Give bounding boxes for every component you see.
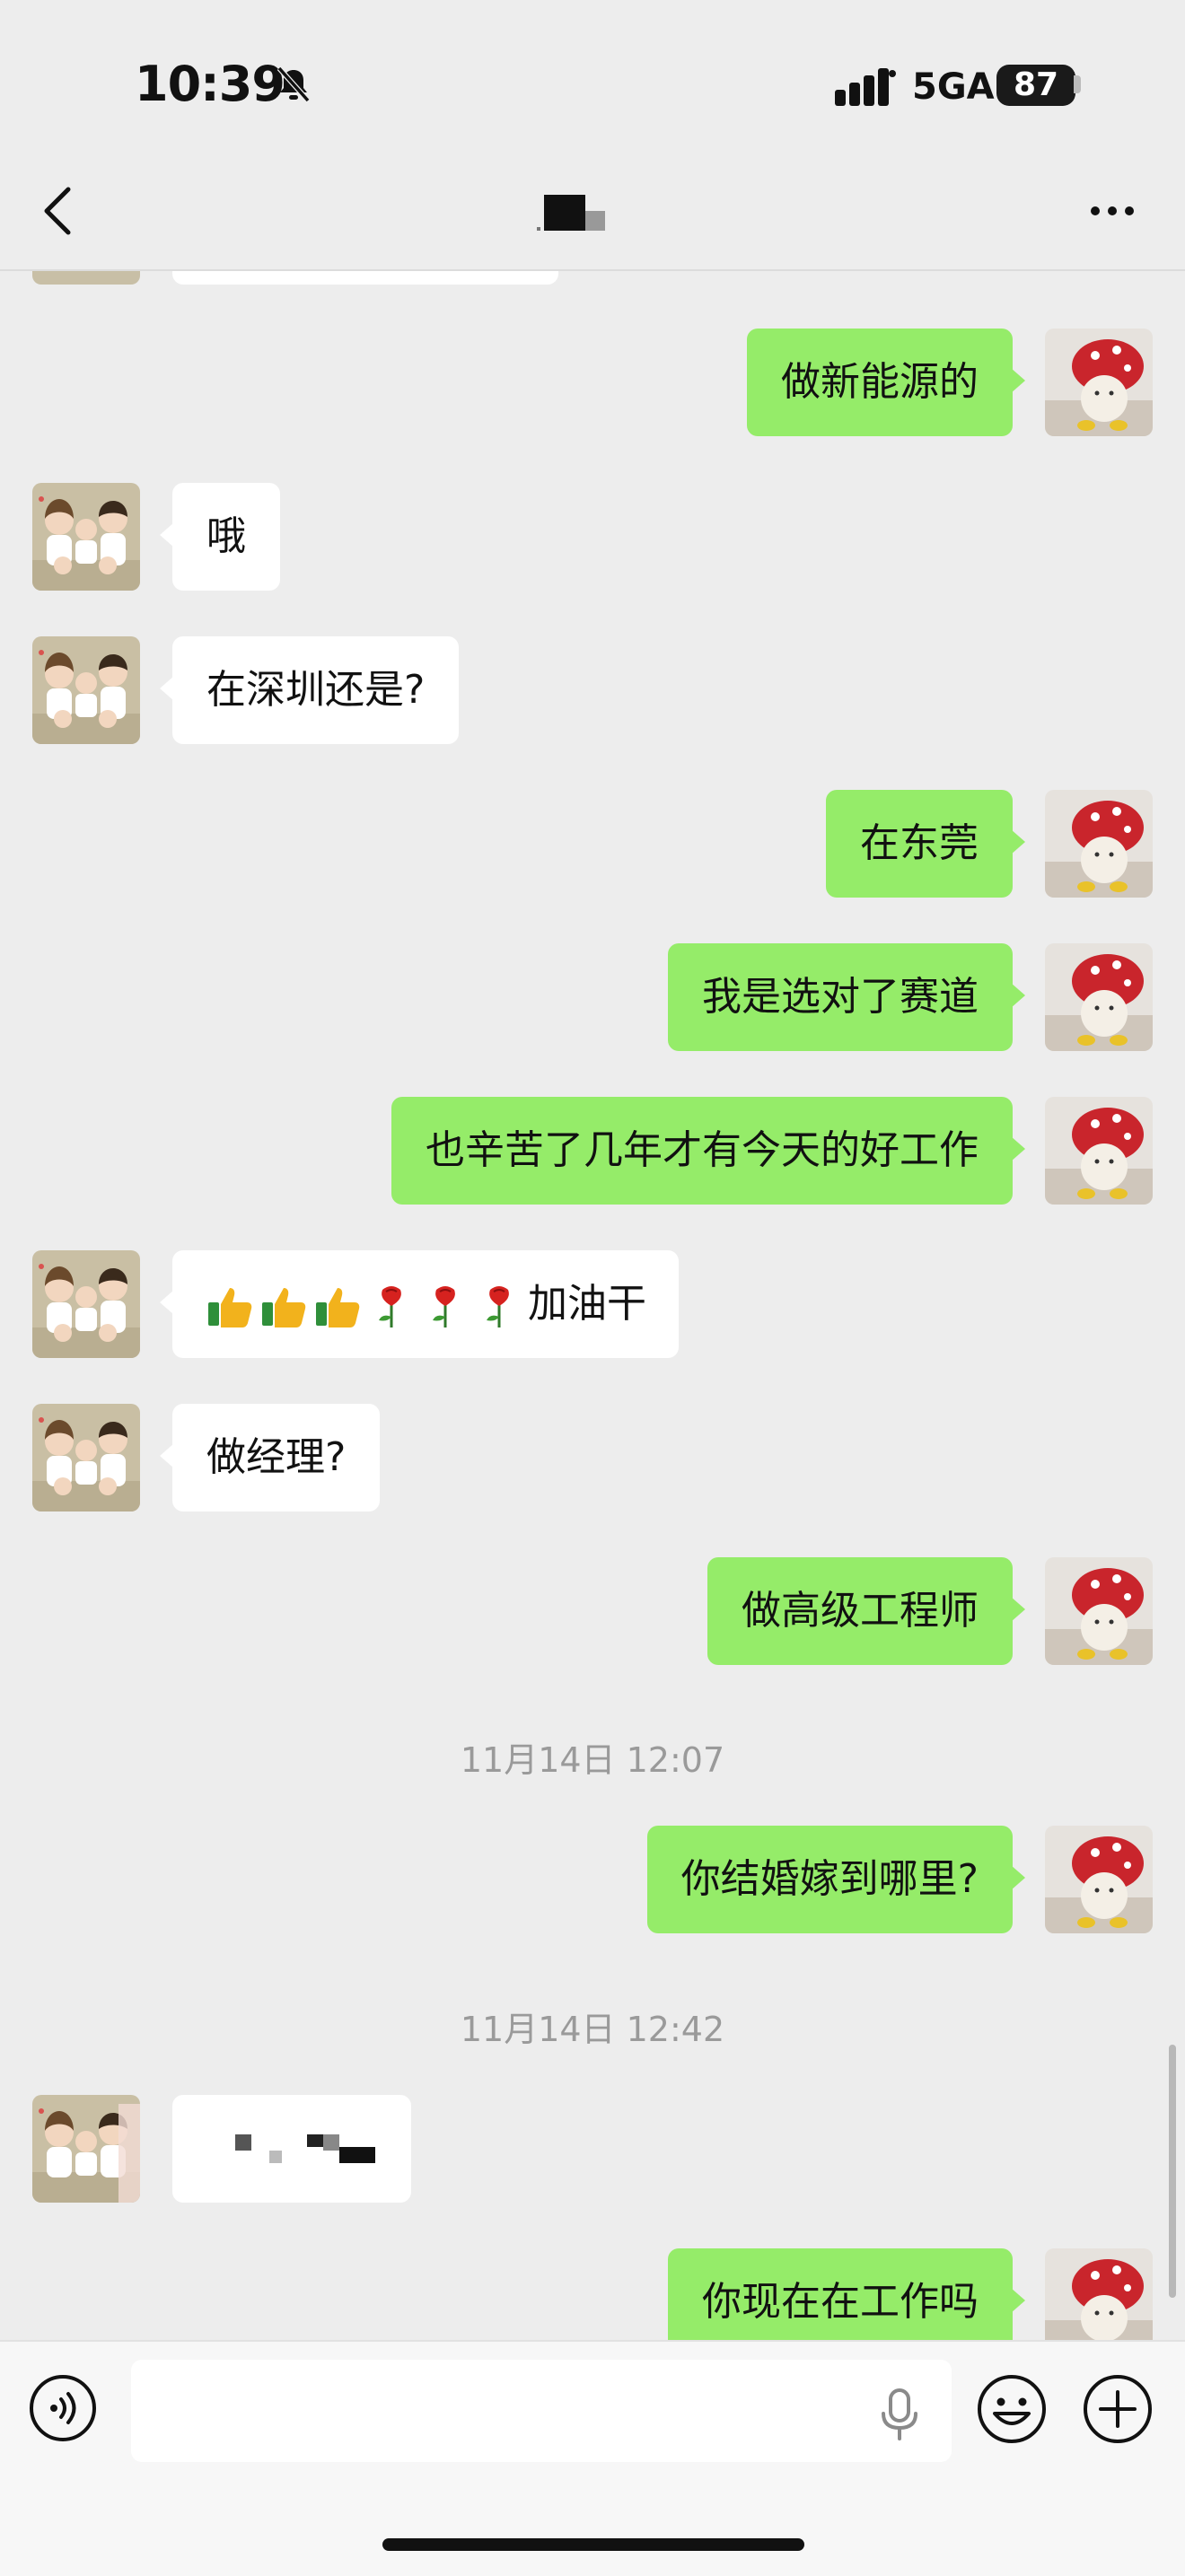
contact-avatar[interactable] — [32, 1404, 140, 1511]
message-row: 我是选对了赛道 — [0, 943, 1185, 1051]
message-input-bar — [0, 2340, 1185, 2576]
contact-name-redacted — [537, 195, 605, 231]
message-row — [0, 2095, 1185, 2203]
rose-icon — [379, 1286, 401, 1327]
message-bubble-outgoing[interactable]: 也辛苦了几年才有今天的好工作 — [391, 1097, 1025, 1205]
microphone-icon[interactable] — [880, 2388, 919, 2442]
rose-icon — [433, 1286, 455, 1327]
message-bubble-incoming[interactable]: 哦 — [160, 483, 280, 591]
chat-scrollbar[interactable] — [1169, 2045, 1176, 2298]
message-bubble-outgoing[interactable]: 我是选对了赛道 — [668, 943, 1025, 1051]
user-avatar[interactable] — [1045, 2248, 1153, 2340]
message-timestamp: 11月14日 12:07 — [460, 1740, 725, 1780]
message-bubble-outgoing[interactable]: 你结婚嫁到哪里? — [646, 1826, 1026, 1933]
voice-mode-icon[interactable] — [29, 2374, 97, 2442]
user-avatar[interactable] — [1045, 329, 1153, 436]
user-avatar[interactable] — [1045, 943, 1153, 1051]
message-bubble-partial — [172, 271, 558, 285]
bell-mute-icon — [276, 66, 311, 102]
message-row: 加油干 — [0, 1250, 1185, 1358]
user-avatar[interactable] — [1045, 1097, 1153, 1205]
more-icon[interactable] — [1088, 202, 1137, 220]
chat-header — [0, 157, 1185, 271]
thumbs-up-icon — [262, 1288, 306, 1327]
thumbs-up-icon — [316, 1288, 360, 1327]
message-row: 你现在在工作吗 — [0, 2248, 1185, 2340]
redaction-blocks — [235, 2134, 375, 2163]
message-bubble-redacted[interactable] — [172, 2095, 411, 2203]
user-avatar[interactable] — [1045, 1826, 1153, 1933]
message-bubble-incoming[interactable]: 做经理? — [159, 1404, 381, 1511]
network-label: 5GA — [912, 66, 995, 108]
emoji-icon[interactable] — [977, 2374, 1047, 2444]
status-time: 10:39 — [135, 56, 285, 112]
contact-avatar[interactable] — [32, 2095, 140, 2203]
message-text: 加油干 — [528, 1281, 646, 1327]
message-text-input[interactable] — [131, 2360, 952, 2462]
message-row: 在深圳还是? — [0, 636, 1185, 744]
message-row: 哦 — [0, 483, 1185, 591]
battery-tip — [1074, 75, 1081, 93]
signal-icon — [835, 68, 896, 106]
message-bubble-outgoing[interactable]: 你现在在工作吗 — [668, 2248, 1025, 2340]
message-bubble-incoming[interactable]: 在深圳还是? — [159, 636, 460, 744]
battery-indicator: 87 — [996, 65, 1075, 106]
rose-icon — [487, 1286, 509, 1327]
message-row: 做高级工程师 — [0, 1557, 1185, 1665]
contact-avatar[interactable] — [32, 271, 140, 285]
contact-avatar[interactable] — [32, 636, 140, 744]
message-row: 做经理? — [0, 1404, 1185, 1511]
message-bubble-incoming[interactable]: 加油干 — [160, 1250, 679, 1358]
user-avatar[interactable] — [1045, 1557, 1153, 1665]
message-row: 你结婚嫁到哪里? — [0, 1826, 1185, 1933]
message-bubble-outgoing[interactable]: 做新能源的 — [747, 329, 1025, 436]
user-avatar[interactable] — [1045, 790, 1153, 898]
message-row: 做新能源的 — [0, 329, 1185, 436]
message-bubble-outgoing[interactable]: 做高级工程师 — [707, 1557, 1025, 1665]
status-bar: 10:39 5GA 87 — [0, 0, 1185, 157]
contact-avatar[interactable] — [32, 1250, 140, 1358]
contact-avatar[interactable] — [32, 483, 140, 591]
home-indicator[interactable] — [382, 2538, 804, 2551]
message-bubble-outgoing[interactable]: 在东莞 — [826, 790, 1025, 898]
back-chevron-icon[interactable] — [38, 182, 77, 240]
message-timestamp: 11月14日 12:42 — [460, 2010, 725, 2049]
plus-icon[interactable] — [1083, 2374, 1153, 2444]
message-row: 也辛苦了几年才有今天的好工作 — [0, 1097, 1185, 1205]
message-row: 在东莞 — [0, 790, 1185, 898]
thumbs-up-icon — [208, 1288, 252, 1327]
chat-history[interactable]: 做新能源的 哦 在深圳还是? 在东莞 我是选对了赛道 也辛苦了几年才有今天的好工… — [0, 271, 1185, 2340]
